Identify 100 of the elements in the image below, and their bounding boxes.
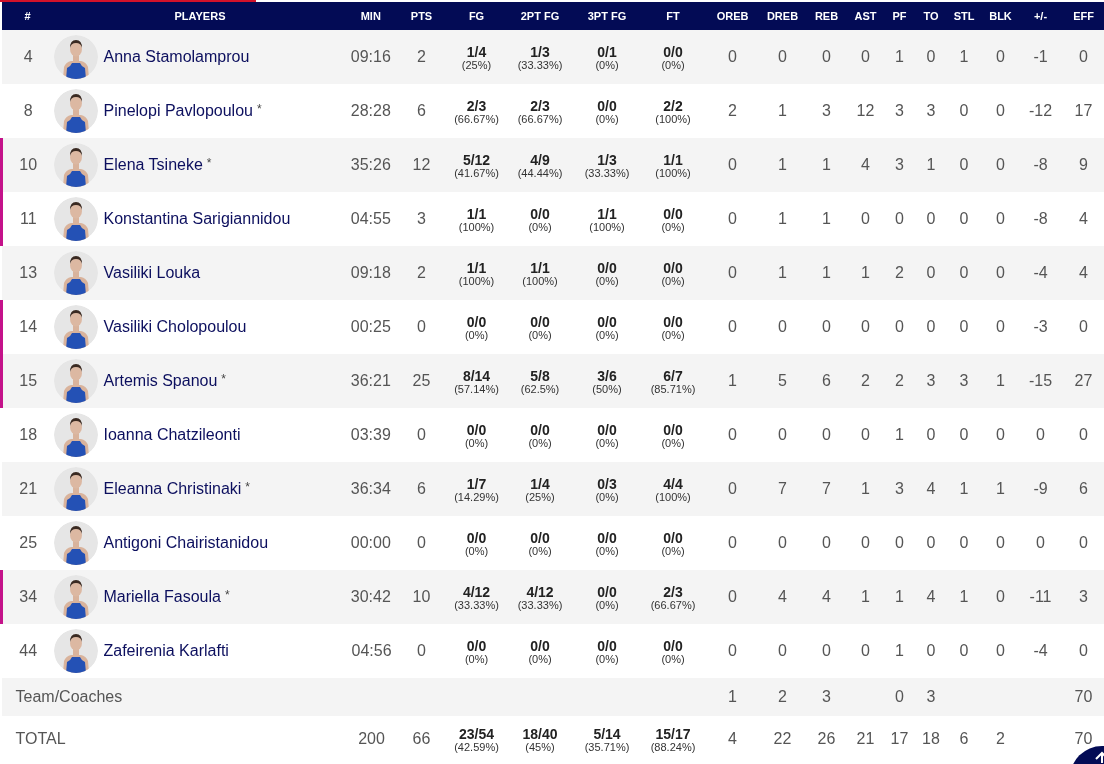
- shot-percentage: (0%): [661, 59, 685, 72]
- shot-made: 0/0: [663, 44, 683, 60]
- shot-made: 6/7: [663, 368, 683, 384]
- stat-value: -1: [1033, 48, 1048, 65]
- jersey-number: 18: [1, 408, 54, 462]
- shot-percentage: (33.33%): [454, 599, 499, 612]
- stat-value: 0: [728, 534, 737, 551]
- shot-made: 0/0: [530, 314, 550, 330]
- stat-value: 1: [728, 372, 737, 389]
- shot-percentage: (0%): [595, 545, 619, 558]
- shot-made: 1/1: [663, 152, 683, 168]
- stat-value: 0: [861, 210, 870, 227]
- shot-made: 0/0: [466, 422, 487, 438]
- shot-made: 2/3: [663, 584, 683, 600]
- shot-percentage: (100%): [589, 221, 625, 234]
- shot-percentage: (100%): [458, 221, 495, 234]
- starter-mark: *: [221, 372, 226, 386]
- stat-value: 0: [861, 534, 870, 551]
- shot-percentage: (45%): [525, 741, 555, 754]
- stat-value: 3: [959, 372, 969, 389]
- shot-made: 0/3: [597, 476, 617, 492]
- player-name: Eleanna Christinaki: [103, 480, 242, 497]
- shot-percentage: (100%): [655, 167, 691, 180]
- stat-value: 22: [773, 730, 792, 747]
- stat-value: -3: [1033, 318, 1048, 335]
- stat-value: 1: [822, 156, 831, 173]
- stat-value: 12: [856, 102, 875, 119]
- stat-value: 2: [895, 264, 904, 281]
- shot-percentage: (0%): [595, 59, 619, 72]
- stat-value: 0: [822, 48, 831, 65]
- stat-value: 0: [861, 48, 870, 65]
- stat-value: 0: [1036, 534, 1045, 551]
- stat-value: 1: [822, 264, 831, 281]
- column-header: FG: [446, 2, 507, 30]
- shot-made: 1/1: [466, 260, 487, 276]
- stat-value: 0: [959, 426, 969, 443]
- stat-value: 2: [861, 372, 870, 389]
- stat-value: 0: [728, 426, 737, 443]
- stat-value: 0: [959, 264, 969, 281]
- shot-made: 0/0: [597, 260, 617, 276]
- shot-made: 15/17: [655, 726, 691, 742]
- stat-value: 0: [959, 534, 969, 551]
- shot-percentage: (100%): [458, 275, 495, 288]
- stat-value: 0: [1079, 534, 1088, 551]
- points: 10: [412, 588, 431, 605]
- shot-percentage: (0%): [595, 599, 619, 612]
- shot-percentage: (35.71%): [584, 741, 630, 754]
- stat-value: 0: [728, 264, 737, 281]
- shot-percentage: (66.67%): [650, 599, 696, 612]
- stat-value: 0: [926, 318, 936, 335]
- jersey-number: 13: [1, 246, 54, 300]
- stat-value: -8: [1033, 210, 1048, 227]
- stat-value: 0: [822, 642, 831, 659]
- jersey-number: 34: [1, 570, 54, 624]
- shot-made: 0/0: [663, 260, 683, 276]
- shot-percentage: (85.71%): [650, 383, 696, 396]
- starter-mark: *: [256, 102, 262, 116]
- stat-value: 1: [996, 372, 1005, 389]
- stat-value: 3: [822, 688, 831, 705]
- starter-mark: *: [224, 588, 230, 602]
- minutes: 04:56: [351, 642, 392, 659]
- stat-value: 0: [996, 426, 1005, 443]
- stat-value: 0: [996, 102, 1005, 119]
- column-header: STL: [946, 2, 982, 30]
- starter-mark: *: [206, 156, 212, 170]
- points: 6: [417, 480, 426, 497]
- shot-percentage: (57.14%): [454, 383, 499, 396]
- column-header: OREB: [705, 2, 760, 30]
- player-name: Mariella Fasoula: [103, 588, 221, 605]
- stat-value: 0: [728, 480, 737, 497]
- shot-made: 3/6: [597, 368, 617, 384]
- stat-value: -4: [1033, 264, 1048, 281]
- shot-percentage: (25%): [461, 59, 492, 72]
- shot-made: 4/4: [663, 476, 683, 492]
- points: 66: [412, 730, 431, 747]
- shot-made: 8/14: [462, 368, 491, 384]
- shot-made: 2/3: [466, 98, 487, 114]
- shot-percentage: (44.44%): [517, 167, 563, 180]
- points: 25: [412, 372, 431, 389]
- stat-value: 17: [1074, 102, 1093, 119]
- shot-percentage: (33.33%): [584, 167, 630, 180]
- shot-percentage: (0%): [595, 329, 619, 342]
- stat-value: 0: [926, 48, 936, 65]
- stat-value: 27: [1074, 372, 1093, 389]
- stat-value: 1: [926, 156, 936, 173]
- column-header: BLK: [981, 2, 1020, 30]
- shot-made: 1/7: [466, 476, 487, 492]
- stat-value: 0: [926, 642, 936, 659]
- stat-value: 4: [926, 588, 936, 605]
- stat-value: 1: [728, 688, 737, 705]
- shot-made: 0/0: [530, 638, 550, 654]
- row-label: TOTAL: [15, 730, 66, 747]
- shot-made: 5/14: [593, 726, 621, 742]
- stat-value: 0: [861, 426, 870, 443]
- stat-value: 5: [778, 372, 787, 389]
- shot-made: 0/0: [597, 98, 617, 114]
- shot-percentage: (0%): [464, 545, 489, 558]
- shot-percentage: (14.29%): [454, 491, 499, 504]
- stat-value: 0: [1079, 48, 1088, 65]
- shot-percentage: (33.33%): [517, 59, 563, 72]
